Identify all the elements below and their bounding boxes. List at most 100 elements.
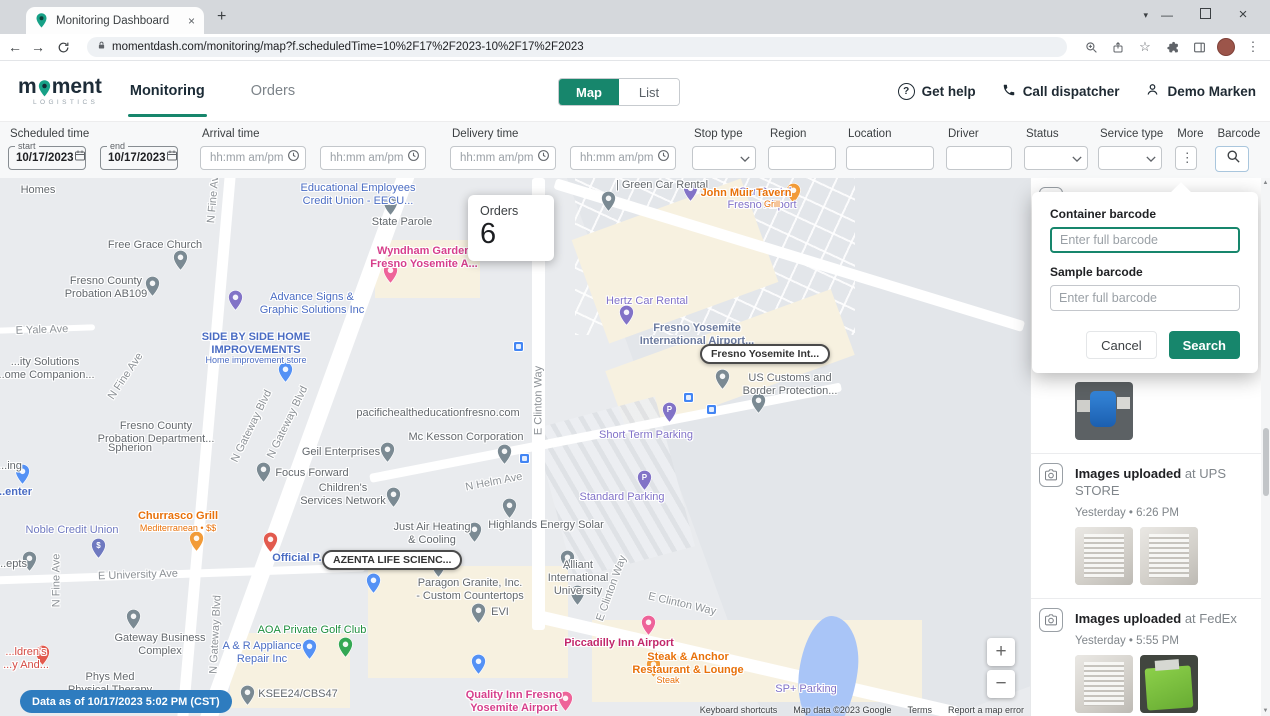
stop-type-select[interactable] [692,146,756,170]
transit-stop-icon[interactable] [519,453,530,464]
toggle-list-button[interactable]: List [619,79,679,105]
calendar-icon[interactable] [74,149,86,167]
map-canvas[interactable]: Orders 6 Fresno Yosemite Int... AZENTA L… [0,178,1030,716]
window-maximize-button[interactable] [1186,8,1224,22]
toggle-map-button[interactable]: Map [559,79,619,105]
map-attribution-link[interactable]: Terms [907,705,932,715]
location-input-box[interactable] [846,146,934,170]
map-pin[interactable] [502,498,517,519]
transit-stop-icon[interactable] [513,341,524,352]
map-attribution-link[interactable]: Report a map error [948,705,1024,715]
transit-stop-icon[interactable] [706,404,717,415]
map-pin[interactable] [173,250,188,271]
map-pin[interactable] [497,444,512,465]
share-icon[interactable] [1109,41,1127,54]
map-pin[interactable] [302,639,317,660]
map-pin[interactable] [338,637,353,658]
uploaded-image-thumbnail[interactable] [1075,527,1133,585]
extensions-puzzle-icon[interactable] [1163,41,1181,54]
map-pin[interactable]: $ [91,538,106,559]
service-type-select[interactable] [1098,146,1162,170]
uploaded-image-thumbnail[interactable] [1140,527,1198,585]
delivery-time-input-1[interactable] [450,146,556,170]
map-pin[interactable] [471,654,486,675]
order-chip-azenta[interactable]: AZENTA LIFE SCIENC... [322,550,462,570]
back-button[interactable]: ← [8,40,22,54]
window-close-button[interactable]: × [1224,6,1262,23]
clock-icon[interactable] [287,149,300,167]
map-pin[interactable] [263,532,278,553]
map-pin[interactable] [256,462,271,483]
zoom-icon[interactable] [1082,41,1100,54]
arrival-time-input-1[interactable] [200,146,306,170]
location-input[interactable] [854,151,928,165]
feed-item[interactable]: Images uploaded at FedExYesterday • 5:55… [1031,599,1270,716]
scheduled-end-date-field[interactable]: end10/17/2023 [100,146,178,170]
scheduled-start-date-field[interactable]: start10/17/2023 [8,146,86,170]
tab-close-icon[interactable]: × [188,14,195,28]
clock-icon[interactable] [407,149,420,167]
region-input[interactable] [776,151,830,165]
address-bar[interactable]: momentdash.com/monitoring/map?f.schedule… [87,37,1067,57]
user-menu-demo-marken[interactable]: Demo Marken [1145,82,1256,100]
driver-input-box[interactable] [946,146,1012,170]
reload-button[interactable] [54,41,72,54]
region-input-box[interactable] [768,146,836,170]
arrival-time-time-input[interactable] [208,151,287,165]
feed-scrollbar[interactable]: ▲ ▼ [1261,178,1270,716]
scrollbar-thumb[interactable] [1263,428,1269,496]
scroll-up-icon[interactable]: ▲ [1261,180,1270,186]
map-zoom-out-button[interactable]: − [987,670,1015,698]
arrival-time-input-2[interactable] [320,146,426,170]
delivery-time-input-2[interactable] [570,146,676,170]
map-pin[interactable] [240,685,255,706]
map-pin[interactable] [601,191,616,212]
profile-avatar[interactable] [1217,38,1235,56]
container-barcode-input[interactable] [1050,227,1240,253]
transit-stop-icon[interactable] [683,392,694,403]
call-dispatcher-button[interactable]: Call dispatcher [1002,83,1120,100]
map-pin[interactable] [715,369,730,390]
arrival-time-time-input[interactable] [328,151,407,165]
sample-barcode-input[interactable] [1050,285,1240,311]
map-pin[interactable] [386,487,401,508]
map-pin[interactable] [228,290,243,311]
moment-logistics-logo[interactable]: m ment LOGISTICS [18,76,102,106]
nav-tab-orders[interactable]: Orders [251,61,295,121]
status-select[interactable] [1024,146,1088,170]
scroll-down-icon[interactable]: ▼ [1261,708,1270,714]
driver-input[interactable] [954,151,1006,165]
more-filters-button[interactable]: ⋮ [1175,146,1197,170]
cancel-button[interactable]: Cancel [1086,331,1156,359]
delivery-time-time-input[interactable] [458,151,537,165]
nav-tab-monitoring[interactable]: Monitoring [130,61,205,121]
get-help-button[interactable]: ? Get help [898,83,976,100]
calendar-icon[interactable] [166,149,178,167]
map-zoom-in-button[interactable]: + [987,638,1015,666]
search-button[interactable]: Search [1169,331,1240,359]
barcode-search-button[interactable] [1215,146,1249,172]
order-chip-fresno-yosemite[interactable]: Fresno Yosemite Int... [700,344,830,364]
map-pin[interactable]: P [637,470,652,491]
map-pin[interactable] [366,573,381,594]
map-pin[interactable] [189,531,204,552]
uploaded-image-thumbnail[interactable] [1075,382,1133,440]
map-pin[interactable] [641,615,656,636]
side-panel-icon[interactable] [1190,41,1208,54]
feed-item[interactable]: Images uploaded at UPS STOREYesterday • … [1031,454,1270,599]
uploaded-image-thumbnail[interactable] [1075,655,1133,713]
browser-menu-kebab-icon[interactable]: ⋮ [1244,39,1262,55]
clock-icon[interactable] [537,149,550,167]
map-pin[interactable] [619,305,634,326]
forward-button[interactable]: → [31,40,45,54]
map-pin[interactable]: P [662,402,677,423]
bookmark-star-icon[interactable]: ☆ [1136,39,1154,55]
map-pin[interactable] [471,603,486,624]
new-tab-button[interactable]: + [217,8,226,26]
browser-tab[interactable]: Monitoring Dashboard × [26,7,204,34]
window-minimize-button[interactable]: — [1148,8,1186,22]
map-attribution-link[interactable]: Keyboard shortcuts [700,705,778,715]
uploaded-image-thumbnail[interactable] [1140,655,1198,713]
map-pin[interactable] [126,609,141,630]
orders-cluster-card[interactable]: Orders 6 [468,195,554,261]
